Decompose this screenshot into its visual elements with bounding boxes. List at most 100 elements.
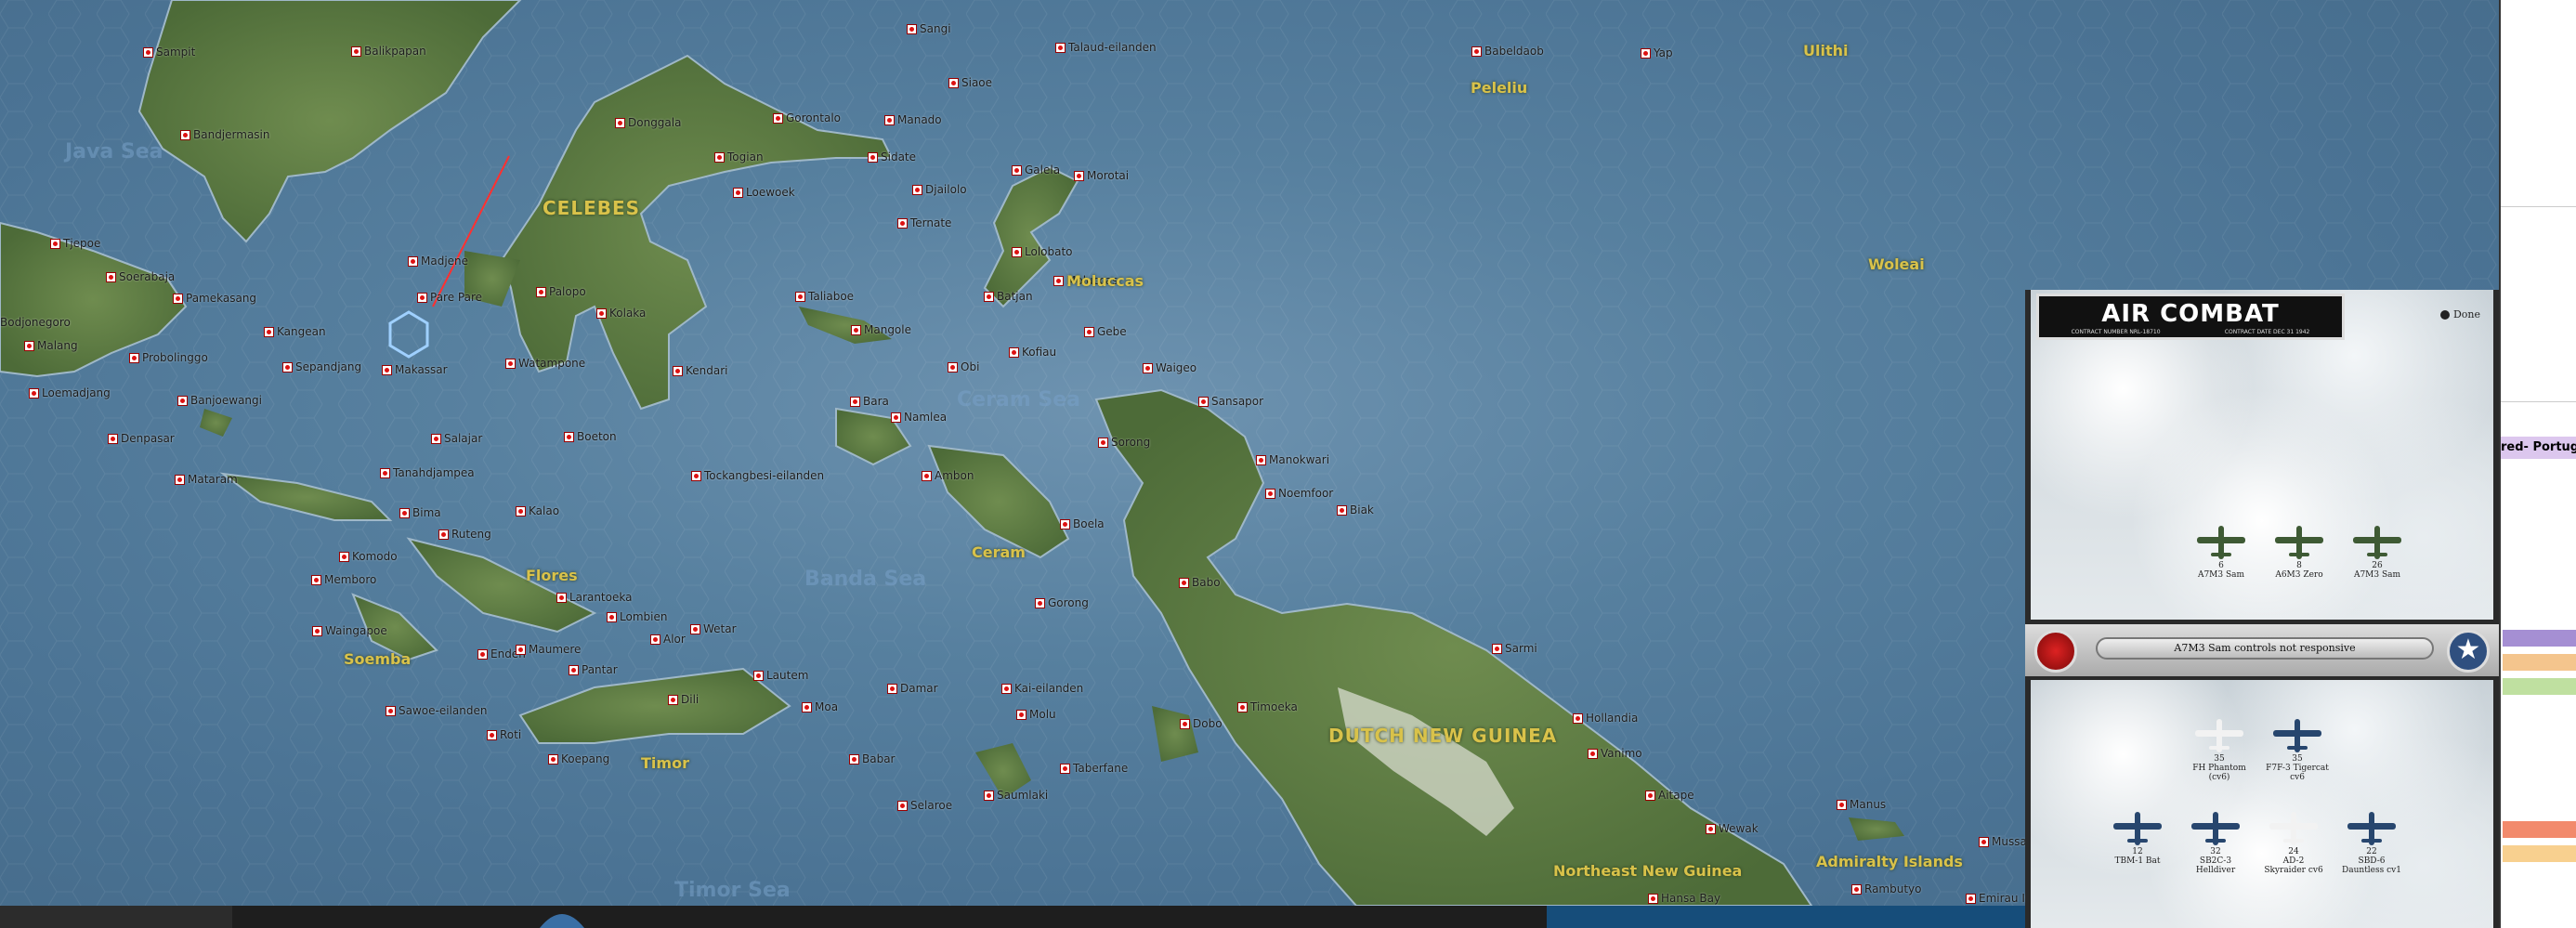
place-label[interactable]: Obi: [961, 360, 979, 373]
aircraft-unit[interactable]: 8 A6M3 Zero: [2267, 524, 2332, 580]
place-label[interactable]: Denpasar: [121, 432, 175, 445]
place-label[interactable]: Memboro: [324, 573, 376, 586]
place-label[interactable]: Namlea: [904, 411, 947, 424]
base-marker-icon[interactable]: [516, 645, 526, 655]
place-label[interactable]: Waingapoe: [325, 624, 387, 637]
base-marker-icon[interactable]: [24, 341, 34, 351]
place-label[interactable]: Larantoeka: [569, 591, 632, 604]
base-marker-icon[interactable]: [516, 506, 526, 516]
base-marker-icon[interactable]: [1012, 247, 1022, 257]
place-label[interactable]: Biak: [1350, 503, 1374, 516]
place-label[interactable]: Banjoewangi: [190, 394, 262, 407]
place-label[interactable]: Kangean: [277, 325, 326, 338]
base-marker-icon[interactable]: [382, 365, 392, 375]
base-marker-icon[interactable]: [1084, 327, 1094, 337]
base-marker-icon[interactable]: [556, 593, 567, 603]
place-label[interactable]: Taberfane: [1073, 762, 1128, 775]
base-marker-icon[interactable]: [1256, 455, 1266, 465]
aircraft-unit[interactable]: 35 F7F-3 Tigercat cv6: [2265, 717, 2330, 782]
place-label[interactable]: Madjene: [421, 255, 468, 268]
base-marker-icon[interactable]: [564, 432, 574, 442]
place-label[interactable]: Probolinggo: [142, 351, 208, 364]
base-marker-icon[interactable]: [487, 730, 497, 740]
base-marker-icon[interactable]: [339, 552, 349, 562]
place-label[interactable]: Sampit: [156, 46, 195, 59]
place-label[interactable]: Taliaboe: [808, 290, 854, 303]
base-marker-icon[interactable]: [1035, 598, 1045, 608]
place-label[interactable]: Palopo: [549, 285, 586, 298]
place-label[interactable]: Siaoe: [961, 76, 992, 89]
base-marker-icon[interactable]: [380, 468, 390, 478]
place-label[interactable]: Manus: [1850, 798, 1886, 811]
base-marker-icon[interactable]: [399, 508, 410, 518]
base-marker-icon[interactable]: [1060, 519, 1070, 529]
base-marker-icon[interactable]: [505, 359, 516, 369]
place-label[interactable]: Mangole: [864, 323, 911, 336]
place-label[interactable]: Morotai: [1087, 169, 1129, 182]
base-marker-icon[interactable]: [1645, 791, 1655, 801]
base-marker-icon[interactable]: [536, 287, 546, 297]
place-label[interactable]: Loewoek: [746, 186, 795, 199]
place-label[interactable]: Aitape: [1658, 789, 1694, 802]
base-marker-icon[interactable]: [668, 695, 678, 705]
base-marker-icon[interactable]: [1198, 397, 1209, 407]
base-marker-icon[interactable]: [1074, 171, 1084, 181]
base-marker-icon[interactable]: [1471, 46, 1482, 57]
base-marker-icon[interactable]: [177, 396, 188, 406]
place-label[interactable]: Mataram: [188, 473, 238, 486]
base-marker-icon[interactable]: [733, 188, 743, 198]
place-label[interactable]: Sepandjang: [295, 360, 361, 373]
place-label[interactable]: Kofiau: [1022, 346, 1056, 359]
place-label[interactable]: Komodo: [352, 550, 398, 563]
place-label[interactable]: Ternate: [910, 216, 951, 229]
base-marker-icon[interactable]: [477, 649, 488, 660]
base-marker-icon[interactable]: [1337, 505, 1347, 516]
place-label[interactable]: Sarmi: [1505, 642, 1537, 655]
base-marker-icon[interactable]: [1098, 438, 1108, 448]
base-marker-icon[interactable]: [311, 575, 321, 585]
place-label[interactable]: Roti: [500, 728, 521, 741]
base-marker-icon[interactable]: [1648, 894, 1658, 904]
base-marker-icon[interactable]: [1060, 764, 1070, 774]
place-label[interactable]: Manado: [897, 113, 942, 126]
aircraft-unit[interactable]: 24 AD-2 Skyraider cv6: [2261, 810, 2326, 875]
place-label[interactable]: Moa: [815, 700, 838, 713]
base-marker-icon[interactable]: [887, 684, 897, 694]
place-label[interactable]: Watampone: [518, 357, 585, 370]
base-marker-icon[interactable]: [175, 475, 185, 485]
place-label[interactable]: Pare Pare: [430, 291, 482, 304]
aircraft-unit[interactable]: 22 SBD-6 Dauntless cv1: [2339, 810, 2404, 875]
base-marker-icon[interactable]: [1009, 347, 1019, 358]
base-marker-icon[interactable]: [596, 308, 607, 319]
base-marker-icon[interactable]: [984, 791, 994, 801]
place-label[interactable]: Malang: [37, 339, 78, 352]
place-label[interactable]: Alor: [663, 633, 686, 646]
base-marker-icon[interactable]: [1012, 165, 1022, 176]
place-label[interactable]: Gorong: [1048, 596, 1089, 609]
base-marker-icon[interactable]: [850, 397, 860, 407]
place-label[interactable]: Yap: [1654, 46, 1673, 59]
aircraft-unit[interactable]: 26 A7M3 Sam: [2345, 524, 2410, 580]
place-label[interactable]: Tanahdjampea: [393, 466, 475, 479]
aircraft-unit[interactable]: 35 FH Phantom (cv6): [2187, 717, 2252, 782]
place-label[interactable]: Galela: [1025, 163, 1060, 176]
base-marker-icon[interactable]: [1706, 824, 1716, 834]
place-label[interactable]: Babo: [1192, 576, 1221, 589]
place-label[interactable]: Soerabaja: [119, 270, 175, 283]
base-marker-icon[interactable]: [1979, 837, 1989, 847]
place-label[interactable]: Noemfoor: [1278, 487, 1333, 500]
place-label[interactable]: Babeldaob: [1484, 45, 1544, 58]
base-marker-icon[interactable]: [1851, 884, 1862, 895]
place-label[interactable]: Lombien: [620, 610, 667, 623]
aircraft-unit[interactable]: 6 A7M3 Sam: [2189, 524, 2254, 580]
base-marker-icon[interactable]: [1588, 749, 1598, 759]
aircraft-unit[interactable]: 12 TBM-1 Bat: [2105, 810, 2170, 866]
place-label[interactable]: Batjan: [997, 290, 1033, 303]
place-label[interactable]: Babar: [862, 752, 896, 765]
place-label[interactable]: Selaroe: [910, 799, 952, 812]
place-label[interactable]: Pamekasang: [186, 292, 256, 305]
base-marker-icon[interactable]: [690, 624, 700, 634]
base-marker-icon[interactable]: [891, 412, 901, 423]
base-marker-icon[interactable]: [1180, 719, 1190, 729]
base-marker-icon[interactable]: [753, 671, 764, 681]
